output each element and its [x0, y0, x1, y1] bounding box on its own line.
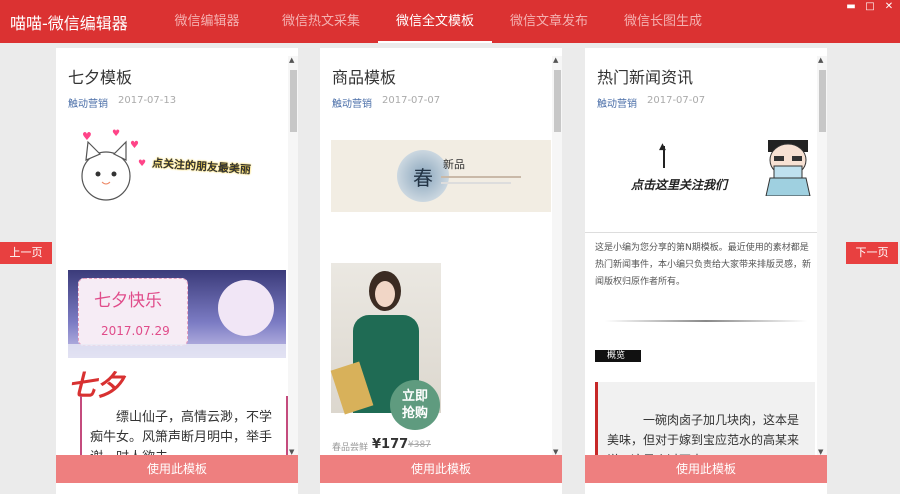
poem-text: 缥山仙子，高情云渺，不学痴牛女。风箫声断月明中，举手谢，时人欲去。	[90, 410, 273, 455]
divider	[585, 232, 827, 233]
tab-hot-articles[interactable]: 微信热文采集	[264, 0, 378, 43]
card-scrollbar[interactable]: ▲ ▼	[288, 56, 298, 456]
banner-tag: 新品	[443, 158, 465, 171]
card-preview: 七夕模板 触动营销 2017-07-13 ♥ ♥ ♥ ♥ 点关注的朋友最美丽 七…	[56, 48, 298, 455]
festival-title: 七夕快乐	[94, 291, 162, 311]
spring-banner-image: 春 新品	[331, 140, 551, 212]
main-nav: 微信编辑器 微信热文采集 微信全文模板 微信文章发布 微信长图生成	[150, 0, 720, 43]
price: ¥177	[372, 437, 409, 452]
banner-char: 春	[413, 166, 433, 190]
template-card-qixi: 七夕模板 触动营销 2017-07-13 ♥ ♥ ♥ ♥ 点关注的朋友最美丽 七…	[56, 48, 298, 494]
arrow-up-icon: ▲	[659, 142, 666, 152]
card-date: 2017-07-07	[647, 95, 706, 106]
scroll-thumb[interactable]	[290, 70, 297, 132]
tab-publish[interactable]: 微信文章发布	[492, 0, 606, 43]
follow-us-text: 点击这里关注我们	[631, 178, 728, 192]
svg-text:♥: ♥	[130, 140, 139, 151]
app-title: 喵喵-微信编辑器	[10, 14, 128, 33]
banner-line	[441, 182, 511, 184]
svg-text:♥: ♥	[112, 129, 120, 139]
card-author: 触动营销	[597, 99, 637, 110]
festival-date: 2017.07.29	[101, 324, 170, 338]
svg-text:♥: ♥	[138, 159, 146, 169]
scroll-up-icon[interactable]: ▲	[289, 56, 294, 64]
price-label: 春品尝鲜	[332, 443, 369, 453]
card-author: 触动营销	[332, 99, 372, 110]
card-title: 热门新闻资讯	[597, 68, 694, 87]
maximize-icon[interactable]: □	[865, 1, 875, 12]
scroll-up-icon[interactable]: ▲	[818, 56, 823, 64]
old-price: ¥387	[408, 440, 431, 450]
qixi-night-image: 七夕快乐 2017.07.29	[68, 270, 286, 358]
next-page-button[interactable]: 下一页	[846, 242, 898, 264]
card-scrollbar[interactable]: ▲ ▼	[817, 56, 827, 456]
scroll-thumb[interactable]	[819, 70, 826, 132]
buy-now-badge[interactable]: 立即抢购	[390, 380, 440, 430]
tab-long-image[interactable]: 微信长图生成	[606, 0, 720, 43]
prev-page-button[interactable]: 上一页	[0, 242, 52, 264]
card-scrollbar[interactable]: ▲ ▼	[552, 56, 562, 456]
template-card-product: 商品模板 触动营销 2017-07-07 春 新品 立即抢购 春品尝鲜 ¥177…	[320, 48, 562, 494]
card-date: 2017-07-13	[118, 95, 177, 106]
card-date: 2017-07-07	[382, 95, 441, 106]
close-icon[interactable]: ✕	[884, 1, 894, 12]
cloud-strip	[68, 344, 286, 358]
template-card-news: 热门新闻资讯 触动营销 2017-07-07 ▲ 点击这里关注我们 这是小编为您…	[585, 48, 827, 494]
minimize-icon[interactable]: ▬	[846, 1, 856, 12]
use-template-button[interactable]: 使用此模板	[585, 455, 827, 483]
card-author: 触动营销	[68, 99, 108, 110]
scroll-up-icon[interactable]: ▲	[553, 56, 558, 64]
card-title: 七夕模板	[68, 68, 133, 87]
banner-line	[441, 176, 521, 178]
model-face	[375, 281, 395, 307]
intro-text: 这是小编为您分享的第N期模板。最近使用的素材都是热门新闻事件，本小编只负责给大家…	[595, 243, 812, 287]
use-template-button[interactable]: 使用此模板	[56, 455, 298, 483]
tab-editor[interactable]: 微信编辑器	[150, 0, 264, 43]
use-template-button[interactable]: 使用此模板	[320, 455, 562, 483]
window-controls: ▬ □ ✕	[846, 1, 894, 12]
svg-text:♥: ♥	[82, 130, 92, 143]
scroll-thumb[interactable]	[554, 70, 561, 132]
title-bar: 喵喵-微信编辑器 微信编辑器 微信热文采集 微信全文模板 微信文章发布 微信长图…	[0, 0, 900, 43]
card-preview: 商品模板 触动营销 2017-07-07 春 新品 立即抢购 春品尝鲜 ¥177…	[320, 48, 562, 455]
quote-text: 一碗肉卤子加几块肉，这本是美味，但对于嫁到宝应范水的高某来说，这是个过不去	[607, 413, 800, 455]
card-preview: 热门新闻资讯 触动营销 2017-07-07 ▲ 点击这里关注我们 这是小编为您…	[585, 48, 827, 455]
cartoon-avatar-image	[765, 140, 811, 196]
moon-icon	[218, 280, 274, 336]
divider-line	[605, 320, 807, 322]
card-title: 商品模板	[332, 68, 397, 87]
tab-full-templates[interactable]: 微信全文模板	[378, 0, 492, 43]
section-tag: 概览	[595, 350, 641, 362]
